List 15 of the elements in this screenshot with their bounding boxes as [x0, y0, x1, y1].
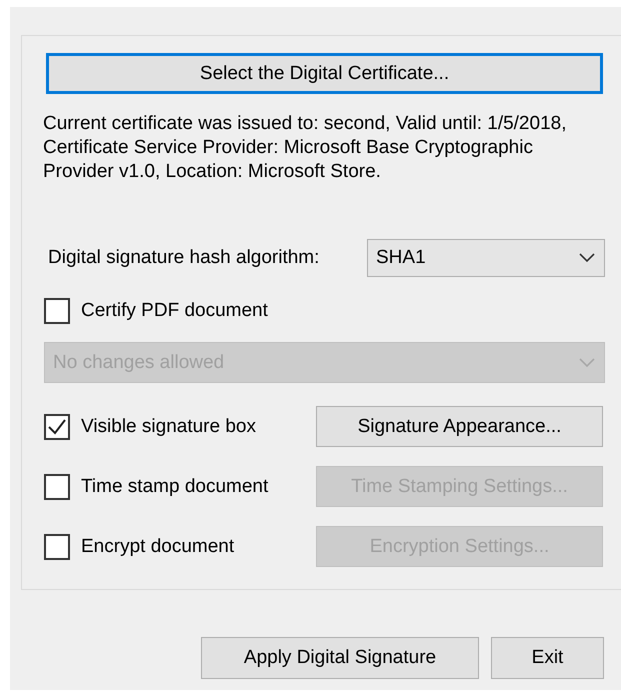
checkbox-label: Certify PDF document: [81, 300, 268, 322]
checkbox-label: Time stamp document: [81, 476, 268, 498]
settings-button[interactable]: Signature Appearance...: [316, 406, 603, 447]
checkbox[interactable]: [44, 298, 70, 324]
checkbox-label: Visible signature box: [81, 416, 256, 438]
exit-button[interactable]: Exit: [491, 637, 604, 679]
hash-algorithm-label: Digital signature hash algorithm:: [48, 247, 320, 269]
hash-algorithm-dropdown[interactable]: SHA1: [367, 239, 605, 277]
checkbox[interactable]: [44, 474, 70, 500]
select-certificate-button[interactable]: Select the Digital Certificate...: [46, 53, 603, 94]
checkbox-label: Encrypt document: [81, 536, 234, 558]
checkbox[interactable]: [44, 414, 70, 440]
checkbox[interactable]: [44, 534, 70, 560]
apply-signature-button[interactable]: Apply Digital Signature: [201, 637, 479, 679]
certificate-info-text: Current certificate was issued to: second, Valid until: 1/5/2018, Certificate Service Provider: Microsoft Base Cryptographic Provider v1.0, Location: Microsoft Store.: [43, 112, 568, 184]
